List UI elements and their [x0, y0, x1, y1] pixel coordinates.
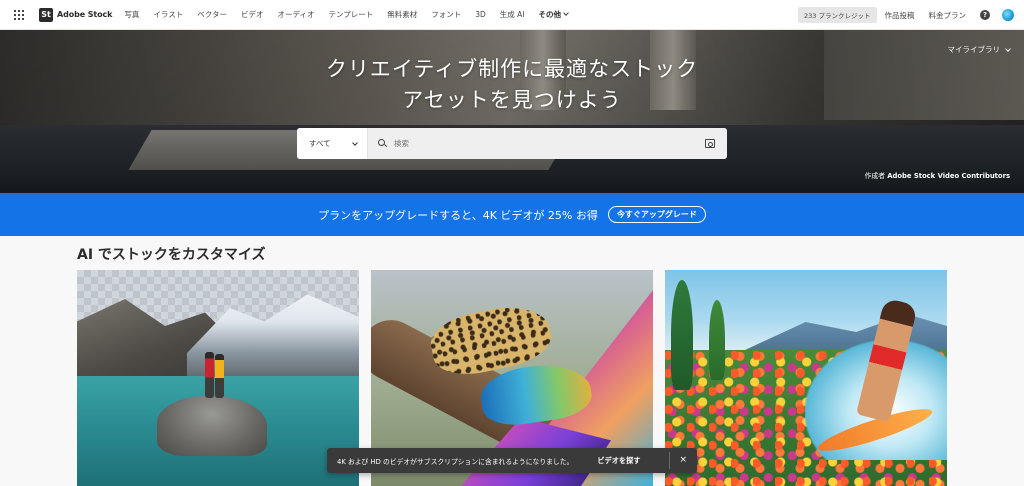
visual-search-icon[interactable] [705, 139, 715, 148]
notification-toast: 4K および HD のビデオがサブスクリプションに含まれるようになりました。 ビ… [327, 448, 697, 473]
adobe-stock-logo[interactable]: St Adobe Stock [39, 7, 113, 22]
apps-grid-icon[interactable] [14, 9, 24, 20]
search-icon [378, 139, 387, 148]
toast-divider [669, 452, 670, 469]
logo-text: Adobe Stock [57, 10, 113, 19]
nav-item-free[interactable]: 無料素材 [387, 9, 417, 20]
ai-card-style-transfer[interactable] [665, 270, 947, 486]
search-category-select[interactable]: すべて [297, 128, 368, 159]
card-image-person [205, 352, 214, 398]
hero-credit-prefix: 作成者 [864, 172, 886, 180]
search-field [368, 128, 727, 159]
promo-banner: プランをアップグレードすると、4K ビデオが 25% お得 今すぐアップグレード [0, 193, 1024, 236]
nav-item-videos[interactable]: ビデオ [241, 9, 264, 20]
pricing-link[interactable]: 料金プラン [929, 10, 967, 21]
close-icon[interactable]: × [679, 454, 687, 467]
card-image-rock [157, 396, 267, 456]
top-navigation: St Adobe Stock 写真 イラスト ベクター ビデオ オーディオ テン… [0, 0, 1024, 30]
hero-title-line2: アセットを見つけよう [402, 88, 622, 112]
section-title: AI でストックをカスタマイズ [77, 247, 266, 263]
hero-title: クリエイティブ制作に最適なストック アセットを見つけよう [0, 54, 1024, 116]
credits-badge[interactable]: 233 プランクレジット [798, 7, 877, 23]
chevron-down-icon [352, 139, 358, 146]
ai-card-generative-expand[interactable] [77, 270, 359, 486]
hero-title-line1: クリエイティブ制作に最適なストック [325, 57, 699, 81]
nav-item-templates[interactable]: テンプレート [328, 9, 373, 20]
nav-item-vectors[interactable]: ベクター [197, 9, 227, 20]
toast-message: 4K および HD のビデオがサブスクリプションに含まれるようになりました。 [337, 457, 574, 466]
contribute-link[interactable]: 作品投稿 [885, 10, 915, 21]
nav-item-illustrations[interactable]: イラスト [153, 9, 183, 20]
nav-more-label: その他 [538, 10, 562, 19]
avatar[interactable] [1002, 9, 1014, 21]
card-image-person [215, 354, 224, 398]
nav-item-generative-ai[interactable]: 生成 AI [500, 9, 525, 20]
upgrade-button[interactable]: 今すぐアップグレード [607, 206, 706, 223]
logo-badge: St [39, 7, 53, 22]
card-image-tree [671, 280, 693, 390]
hero-banner: マイライブラリ クリエイティブ制作に最適なストック アセットを見つけよう すべて… [0, 30, 1024, 193]
hero-credit-name[interactable]: Adobe Stock Video Contributors [887, 172, 1010, 180]
nav-item-audio[interactable]: オーディオ [277, 9, 314, 20]
search-input[interactable] [394, 139, 705, 148]
search-category-label: すべて [309, 139, 331, 148]
nav-item-3d[interactable]: 3D [475, 10, 486, 19]
explore-videos-button[interactable]: ビデオを探す [597, 456, 640, 466]
nav-menu: 写真 イラスト ベクター ビデオ オーディオ テンプレート 無料素材 フォント … [124, 9, 582, 20]
promo-text: プランをアップグレードすると、4K ビデオが 25% お得 [318, 208, 598, 222]
chevron-down-icon [1005, 45, 1011, 52]
card-image-tree [709, 300, 725, 380]
nav-item-photos[interactable]: 写真 [124, 9, 139, 20]
nav-right: 233 プランクレジット 作品投稿 料金プラン ? [798, 0, 1014, 30]
hero-credit: 作成者 Adobe Stock Video Contributors [865, 170, 1010, 180]
help-icon[interactable]: ? [980, 10, 990, 20]
nav-item-more[interactable]: その他 [539, 9, 569, 20]
chevron-down-icon [563, 10, 569, 16]
nav-item-fonts[interactable]: フォント [431, 9, 461, 20]
search-bar: すべて [297, 128, 727, 159]
